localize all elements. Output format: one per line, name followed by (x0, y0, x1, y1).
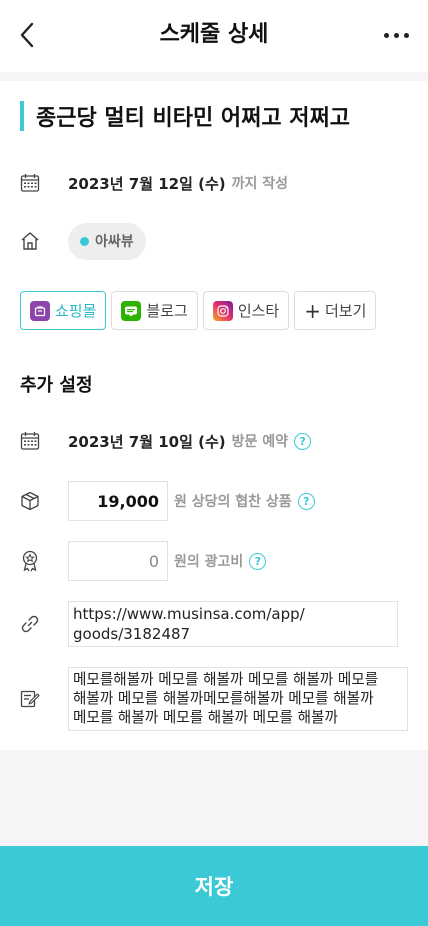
schedule-detail-card: 종근당 멀티 비타민 어쩌고 저쩌고 2023년 7월 12일 (수) 까지 작… (0, 81, 428, 750)
ad-fee-input[interactable]: 0 (68, 541, 168, 581)
sponsorship-row: 19,000 원 상당의 협찬 상품 ? (20, 481, 315, 521)
calendar-icon (20, 173, 40, 193)
blog-icon (121, 300, 142, 321)
ad-fee-suffix: 원의 광고비 (174, 554, 244, 570)
plus-icon: + (304, 298, 321, 323)
top-app-bar: 스케줄 상세 (0, 0, 428, 72)
calendar-icon (20, 431, 40, 451)
url-row: https://www.musinsa.com/app/ goods/31824… (20, 601, 398, 647)
channel-chips: 쇼핑몰 블로그 인스타 + 더보기 (20, 291, 377, 330)
page-title: 스케줄 상세 (159, 22, 269, 47)
help-icon[interactable]: ? (297, 492, 315, 510)
memo-line: 해볼까 메모를 해볼까메모를해볼까 메모를 해볼까 (73, 690, 374, 707)
schedule-title: 종근당 멀티 비타민 어쩌고 저쩌고 (36, 106, 350, 131)
save-button[interactable]: 저장 (0, 846, 428, 926)
more-dot-icon (393, 32, 399, 38)
deadline-suffix: 까지 작성 (231, 176, 289, 192)
tag-label: 아싸뷰 (95, 234, 134, 250)
channel-label: 블로그 (146, 302, 188, 320)
more-dot-icon (383, 32, 389, 38)
sponsorship-amount-input[interactable]: 19,000 (68, 481, 168, 521)
schedule-title-row: 종근당 멀티 비타민 어쩌고 저쩌고 (20, 100, 350, 132)
title-accent-bar (20, 101, 24, 131)
tag-row: 아싸뷰 (20, 222, 146, 260)
ad-fee-row: 0 원의 광고비 ? (20, 541, 267, 581)
channel-label: 쇼핑몰 (55, 302, 97, 320)
visit-date: 2023년 7월 10일 (수) (68, 432, 226, 451)
channel-more-chip[interactable]: + 더보기 (294, 291, 377, 330)
help-icon[interactable]: ? (294, 432, 312, 450)
instagram-icon (212, 300, 233, 321)
channel-shop-chip[interactable]: 쇼핑몰 (20, 291, 107, 330)
section-title: 추가 설정 (20, 375, 93, 396)
home-icon (20, 231, 40, 251)
shop-icon (30, 300, 50, 321)
channel-instagram-chip[interactable]: 인스타 (202, 291, 290, 330)
sponsorship-suffix: 원 상당의 협찬 상품 (174, 494, 292, 510)
channel-label: 더보기 (324, 302, 367, 320)
box-icon (20, 491, 40, 511)
deadline-date: 2023년 7월 12일 (수) (68, 174, 226, 193)
help-icon[interactable]: ? (249, 552, 267, 570)
edit-note-icon (20, 689, 40, 709)
link-icon (20, 614, 40, 634)
channel-blog-chip[interactable]: 블로그 (111, 291, 198, 330)
badge-icon (20, 550, 40, 572)
tag-dot-icon (80, 236, 89, 246)
channel-label: 인스타 (237, 302, 280, 320)
memo-input[interactable]: 메모를해볼까 메모를 해볼까 메모를 해볼까 메모를 해볼까 메모를 해볼까메모… (68, 667, 408, 731)
url-input[interactable]: https://www.musinsa.com/app/ goods/31824… (68, 601, 398, 647)
url-line: goods/3182487 (73, 625, 191, 643)
url-line: https://www.musinsa.com/app/ (73, 605, 305, 623)
visit-suffix: 방문 예약 (231, 434, 289, 450)
more-options-button[interactable] (378, 18, 414, 52)
more-dot-icon (403, 32, 409, 38)
deadline-row[interactable]: 2023년 7월 12일 (수) 까지 작성 (20, 171, 288, 195)
tag-chip[interactable]: 아싸뷰 (68, 222, 146, 260)
memo-row: 메모를해볼까 메모를 해볼까 메모를 해볼까 메모를 해볼까 메모를 해볼까메모… (20, 667, 408, 731)
memo-line: 메모를 해볼까 메모를 해볼까 메모를 해볼까 (73, 709, 338, 726)
memo-line: 메모를해볼까 메모를 해볼까 메모를 해볼까 메모를 (73, 671, 379, 688)
visit-date-row[interactable]: 2023년 7월 10일 (수) 방문 예약 ? (20, 429, 312, 453)
